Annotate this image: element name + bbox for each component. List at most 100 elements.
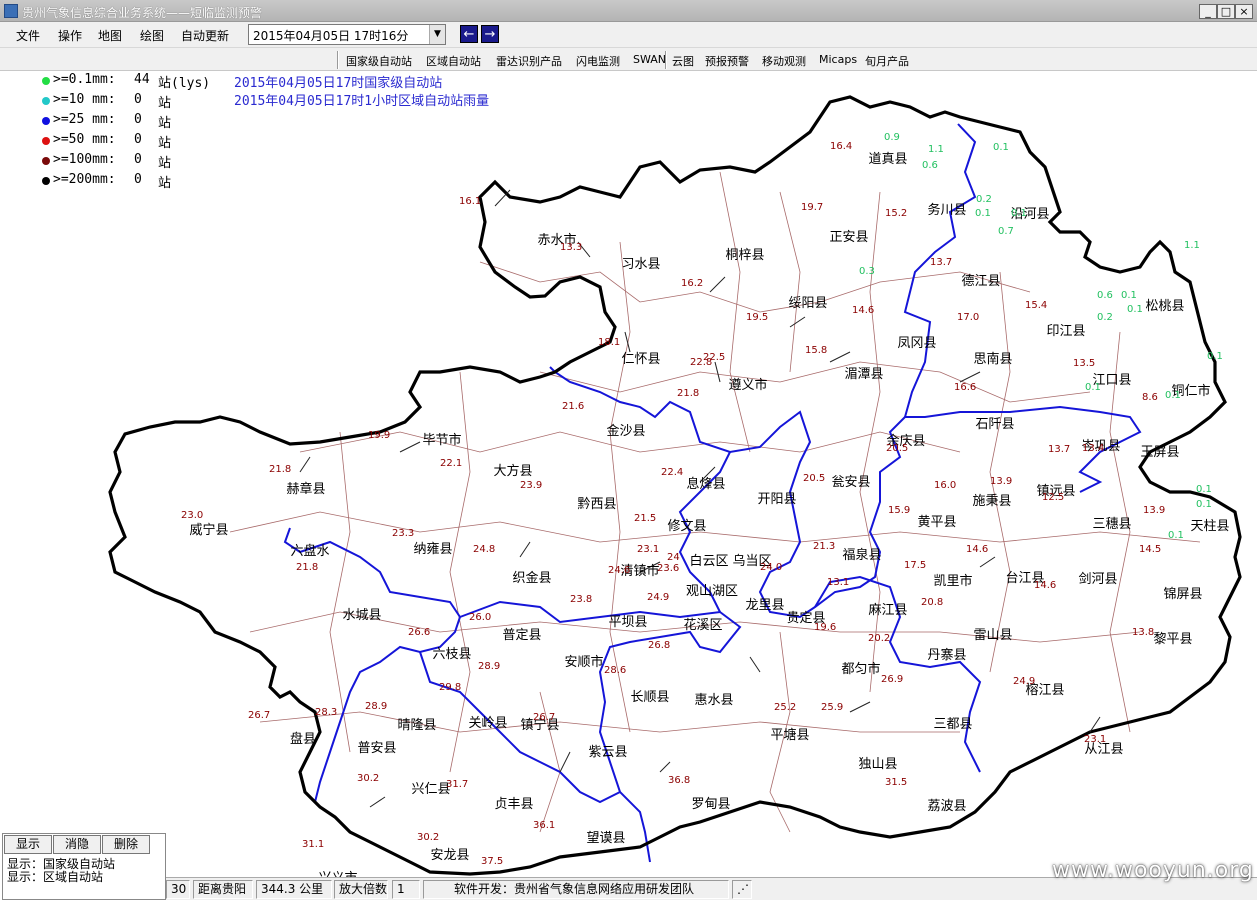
app-icon: [4, 4, 18, 18]
rain-value: 0.1: [1121, 290, 1137, 301]
menu-auto-update[interactable]: 自动更新: [181, 27, 229, 44]
show-button[interactable]: 显示: [4, 835, 52, 854]
arrow-right-icon[interactable]: →: [481, 25, 499, 43]
rain-value: 0.2: [1097, 312, 1113, 323]
county-label: 天柱县: [1190, 519, 1230, 534]
tool-forecast-warning[interactable]: 预报预警: [705, 53, 749, 69]
legend-count: 0: [134, 152, 142, 167]
toolbar-separator: [665, 51, 667, 69]
rain-value: 21.8: [269, 464, 292, 475]
county-label: 平坝县: [608, 615, 648, 630]
rain-value: 31.7: [446, 779, 469, 790]
legend-count: 0: [134, 112, 142, 127]
county-label: 六盘水: [290, 544, 330, 559]
county-label: 安顺市: [564, 655, 604, 670]
county-label: 金沙县: [606, 424, 646, 439]
tool-radar-products[interactable]: 雷达识别产品: [496, 53, 562, 69]
county-label: 三穗县: [1092, 517, 1132, 532]
rain-value: 13.9: [990, 476, 1013, 487]
menu-operate[interactable]: 操作: [58, 27, 82, 44]
county-label: 仁怀县: [621, 352, 661, 367]
datetime-select[interactable]: 2015年04月05日 17时16分 ▼: [248, 24, 446, 45]
zoom-value: 1: [392, 880, 420, 899]
county-label: 开阳县: [757, 492, 797, 507]
county-label: 都匀市: [841, 662, 881, 677]
menu-draw[interactable]: 绘图: [140, 27, 164, 44]
county-label: 威宁县: [189, 523, 229, 538]
legend-label: >=200mm:: [53, 172, 116, 187]
county-label: 六枝县: [432, 647, 472, 662]
window-title: 贵州气象信息综合业务系统——短临监测预警: [22, 6, 263, 20]
county-label: 黄平县: [917, 515, 957, 530]
county-label: 普定县: [502, 628, 542, 643]
tool-swan[interactable]: SWAN: [633, 53, 666, 66]
county-label: 安龙县: [430, 848, 470, 863]
minimize-button[interactable]: _: [1199, 4, 1217, 19]
tool-national-station[interactable]: 国家级自动站: [346, 53, 412, 69]
tool-lightning[interactable]: 闪电监测: [576, 53, 620, 69]
rain-value: 0.6: [1097, 290, 1113, 301]
rain-value: 0.3: [859, 266, 875, 277]
distance-value: 344.3 公里: [256, 880, 332, 899]
rain-value: 14.5: [1139, 544, 1162, 555]
rain-value: 0.1: [1168, 530, 1184, 541]
chevron-down-icon[interactable]: ▼: [429, 25, 445, 44]
rain-value: 12.5: [1042, 492, 1065, 503]
resize-grip-icon[interactable]: ⋰: [732, 880, 752, 899]
rain-value: 21.6: [562, 401, 585, 412]
county-label: 锦屏县: [1163, 587, 1203, 602]
info-regional-station: 2015年04月05日17时1小时区域自动站雨量: [234, 94, 490, 109]
legend-dot-icon: [42, 137, 50, 145]
county-label: 花溪区: [683, 618, 723, 633]
county-label: 施秉县: [972, 494, 1012, 509]
rain-value: 26.7: [248, 710, 271, 721]
maximize-button[interactable]: □: [1217, 4, 1235, 19]
county-label: 印江县: [1046, 324, 1086, 339]
tool-micaps[interactable]: Micaps: [819, 53, 857, 66]
rain-value: 0.1: [975, 208, 991, 219]
arrow-left-icon[interactable]: ←: [460, 25, 478, 43]
menu-map[interactable]: 地图: [98, 27, 122, 44]
layer-list-item[interactable]: 显示：区域自动站: [7, 868, 103, 885]
tool-mobile-observation[interactable]: 移动观测: [762, 53, 806, 69]
rain-value: 36.1: [533, 820, 556, 831]
rain-value: 0.1: [1165, 390, 1181, 401]
layer-panel: 显示 消隐 删除 显示：国家级自动站 显示：区域自动站: [2, 833, 166, 900]
county-label: 思南县: [973, 352, 1013, 367]
close-button[interactable]: ×: [1235, 4, 1253, 19]
legend-dot-icon: [42, 117, 50, 125]
delete-button[interactable]: 删除: [102, 835, 150, 854]
hide-button[interactable]: 消隐: [53, 835, 101, 854]
county-label: 黎平县: [1153, 632, 1193, 647]
rain-value: 13.9: [1143, 505, 1166, 516]
menu-file[interactable]: 文件: [16, 27, 40, 44]
title-bar: 贵州气象信息综合业务系统——短临监测预警 _ □ ×: [0, 0, 1257, 22]
rain-value: 25.9: [821, 702, 844, 713]
tool-regional-station[interactable]: 区域自动站: [426, 53, 481, 69]
legend-count: 0: [134, 172, 142, 187]
map-labels: 道真县 务川县 沿河县 正安县 赤水市 习水县 桐梓县 绥阳县 德江县 松桃县 …: [0, 72, 1257, 878]
toolbar-separator: [337, 51, 339, 69]
rain-value: 31.1: [302, 839, 325, 850]
status-value: 30: [166, 880, 190, 899]
county-label: 石阡县: [975, 417, 1015, 432]
county-label: 遵义市: [728, 378, 768, 393]
rain-value: 16.0: [934, 480, 957, 491]
rain-value: 24.6: [608, 565, 631, 576]
tool-cloud-image[interactable]: 云图: [672, 53, 694, 69]
rain-value: 1.1: [928, 144, 944, 155]
rain-value: 17.0: [957, 312, 980, 323]
county-label: 三都县: [933, 717, 973, 732]
legend-count: 44: [134, 72, 150, 87]
county-label: 独山县: [858, 757, 898, 772]
tool-monthly-products[interactable]: 旬月产品: [865, 53, 909, 69]
rain-value: 20.5: [886, 443, 909, 454]
rain-value: 0.1: [1127, 304, 1143, 315]
rain-value: 28.9: [365, 701, 388, 712]
legend-unit: 站: [158, 136, 172, 151]
rain-value: 19.5: [746, 312, 769, 323]
rain-value: 24: [667, 552, 680, 563]
county-label: 龙里县: [745, 598, 785, 613]
rain-value: 16.2: [681, 278, 704, 289]
rain-value: 14.6: [852, 305, 875, 316]
